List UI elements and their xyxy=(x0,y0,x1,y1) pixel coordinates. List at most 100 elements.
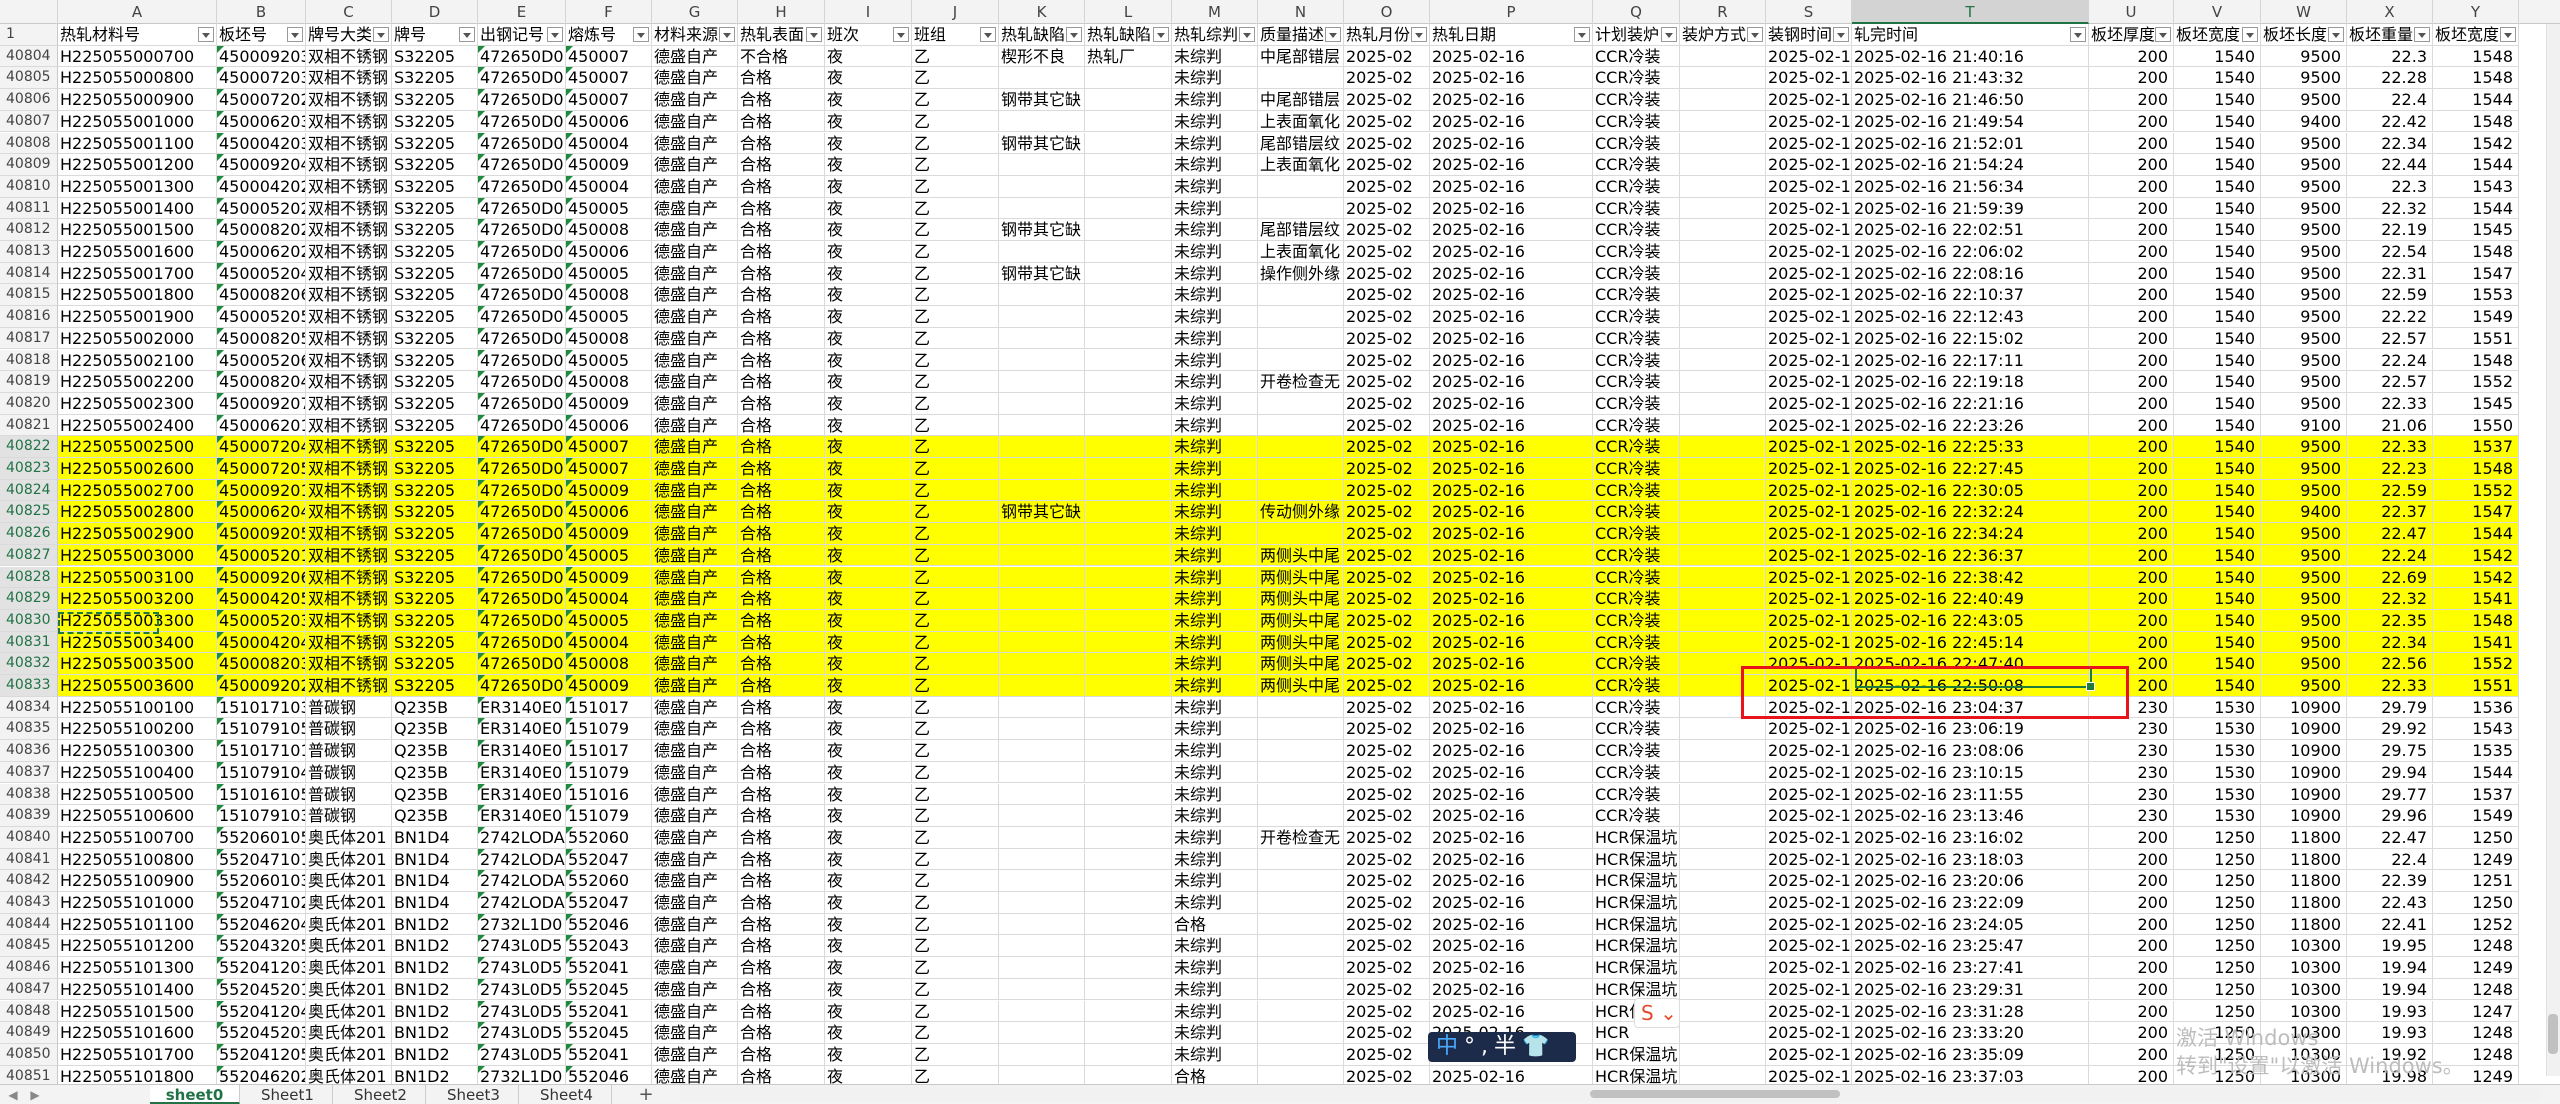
table-cell[interactable] xyxy=(1258,67,1344,90)
table-cell[interactable]: 2025-02 xyxy=(1344,349,1430,372)
table-cell[interactable]: 11800 xyxy=(2261,913,2347,936)
table-cell[interactable]: 未综判 xyxy=(1172,957,1258,979)
table-cell[interactable]: 乙 xyxy=(912,349,999,372)
table-cell[interactable] xyxy=(1085,501,1172,524)
tab-next-icon[interactable]: ▶ xyxy=(24,1085,46,1104)
table-cell[interactable]: 夜 xyxy=(825,588,912,610)
table-cell[interactable]: 德盛自产 xyxy=(652,284,738,307)
table-cell[interactable]: 2025-02-16 xyxy=(1430,197,1593,220)
table-cell[interactable]: 22.33 xyxy=(2347,675,2433,697)
table-cell[interactable]: 夜 xyxy=(825,848,912,871)
table-cell[interactable] xyxy=(1258,1022,1344,1044)
table-cell[interactable]: 2025-02-16 xyxy=(1430,544,1593,567)
table-cell[interactable]: 2025-02-16 22:40:49 xyxy=(1852,588,2089,610)
table-cell[interactable]: 合格 xyxy=(738,978,825,1001)
filter-dropdown-icon[interactable] xyxy=(1066,27,1082,42)
table-cell[interactable] xyxy=(1680,479,1766,502)
table-cell[interactable]: 未综判 xyxy=(1172,89,1258,111)
row-number[interactable]: 40810 xyxy=(0,175,58,198)
table-cell[interactable]: 传动侧外缘 xyxy=(1258,501,1344,524)
table-cell[interactable]: 450008 xyxy=(566,371,652,393)
table-cell[interactable]: 1250 xyxy=(2174,935,2261,958)
table-cell[interactable]: 上表面氧化 xyxy=(1258,241,1344,263)
table-cell[interactable]: 19.94 xyxy=(2347,978,2433,1001)
column-title[interactable]: 出钢记号 xyxy=(478,24,566,46)
table-cell[interactable] xyxy=(999,284,1085,307)
column-header-g[interactable]: G xyxy=(652,0,738,24)
table-cell[interactable]: 2025-02-16 23:25:47 xyxy=(1852,935,2089,958)
table-cell[interactable]: 450005204 xyxy=(217,262,306,285)
table-cell[interactable]: 1540 xyxy=(2174,675,2261,697)
table-cell[interactable]: ER3140E0 xyxy=(478,718,566,741)
table-cell[interactable]: 472650D0 xyxy=(478,675,566,697)
table-cell[interactable]: 450009 xyxy=(566,566,652,589)
table-cell[interactable]: 22.4 xyxy=(2347,848,2433,871)
table-cell[interactable]: ER3140E0 xyxy=(478,805,566,827)
table-cell[interactable] xyxy=(1680,566,1766,589)
table-cell[interactable]: 2732L1D0 xyxy=(478,913,566,936)
table-cell[interactable]: 1250 xyxy=(2174,892,2261,914)
table-cell[interactable] xyxy=(1085,284,1172,307)
vertical-scrollbar[interactable] xyxy=(2546,24,2560,1076)
table-cell[interactable]: 230 xyxy=(2089,740,2174,762)
table-cell[interactable] xyxy=(1258,978,1344,1001)
table-cell[interactable]: 未综判 xyxy=(1172,458,1258,480)
table-cell[interactable] xyxy=(1085,609,1172,632)
table-cell[interactable]: 德盛自产 xyxy=(652,957,738,979)
table-cell[interactable]: 未综判 xyxy=(1172,110,1258,133)
table-cell[interactable]: 1540 xyxy=(2174,175,2261,198)
table-cell[interactable]: 1542 xyxy=(2433,566,2519,589)
table-cell[interactable]: 乙 xyxy=(912,327,999,350)
table-cell[interactable]: 乙 xyxy=(912,609,999,632)
table-cell[interactable]: 2025-02-16 23:18:03 xyxy=(1852,848,2089,871)
column-title[interactable]: 热轧日期 xyxy=(1430,24,1593,46)
table-cell[interactable]: 2025-02 xyxy=(1344,45,1430,68)
row-number[interactable]: 40819 xyxy=(0,371,58,393)
table-cell[interactable]: 472650D0 xyxy=(478,175,566,198)
table-cell[interactable]: BN1D2 xyxy=(392,978,478,1001)
table-cell[interactable]: 200 xyxy=(2089,479,2174,502)
table-cell[interactable]: 合格 xyxy=(738,67,825,90)
table-cell[interactable]: 472650D0 xyxy=(478,241,566,263)
table-cell[interactable]: HCR保温坑 xyxy=(1593,957,1680,979)
table-cell[interactable]: H225055002300 xyxy=(58,392,217,415)
table-cell[interactable]: 1250 xyxy=(2174,957,2261,979)
table-cell[interactable]: H225055001600 xyxy=(58,241,217,263)
table-cell[interactable]: CCR冷装 xyxy=(1593,67,1680,90)
row-number[interactable]: 40806 xyxy=(0,89,58,111)
table-cell[interactable]: 合格 xyxy=(738,1043,825,1066)
table-cell[interactable]: 450006 xyxy=(566,110,652,133)
table-cell[interactable] xyxy=(1085,913,1172,936)
table-cell[interactable] xyxy=(1258,718,1344,741)
table-cell[interactable]: 1540 xyxy=(2174,631,2261,654)
row-number[interactable]: 40847 xyxy=(0,978,58,1001)
table-cell[interactable]: 2025-02-16 xyxy=(1430,154,1593,176)
row-number[interactable]: 40823 xyxy=(0,458,58,480)
table-cell[interactable]: 200 xyxy=(2089,414,2174,437)
table-cell[interactable]: 1250 xyxy=(2433,892,2519,914)
table-cell[interactable]: 151017103 xyxy=(217,696,306,719)
table-cell[interactable]: 200 xyxy=(2089,675,2174,697)
table-cell[interactable]: 双相不锈钢 xyxy=(306,284,392,307)
table-cell[interactable] xyxy=(1258,523,1344,545)
table-cell[interactable]: 1540 xyxy=(2174,154,2261,176)
table-cell[interactable]: 472650D0 xyxy=(478,132,566,155)
table-cell[interactable]: 22.43 xyxy=(2347,892,2433,914)
table-cell[interactable]: 450009207 xyxy=(217,392,306,415)
table-cell[interactable]: 9500 xyxy=(2261,609,2347,632)
table-cell[interactable]: 200 xyxy=(2089,653,2174,675)
table-cell[interactable] xyxy=(999,1022,1085,1044)
table-cell[interactable]: 10900 xyxy=(2261,718,2347,741)
table-cell[interactable]: 552060 xyxy=(566,870,652,892)
sogou-s-icon[interactable]: S ⌄ xyxy=(1634,998,1680,1028)
filter-dropdown-icon[interactable] xyxy=(198,27,214,42)
table-cell[interactable]: 1544 xyxy=(2433,89,2519,111)
filter-dropdown-icon[interactable] xyxy=(1239,27,1255,42)
table-cell[interactable]: 9500 xyxy=(2261,175,2347,198)
table-cell[interactable]: 9500 xyxy=(2261,45,2347,68)
table-cell[interactable] xyxy=(1085,1022,1172,1044)
table-cell[interactable]: 2025-02-1 xyxy=(1766,718,1852,741)
table-cell[interactable]: 上表面氧化 xyxy=(1258,110,1344,133)
table-cell[interactable]: 未综判 xyxy=(1172,327,1258,350)
row-number[interactable]: 40804 xyxy=(0,45,58,68)
